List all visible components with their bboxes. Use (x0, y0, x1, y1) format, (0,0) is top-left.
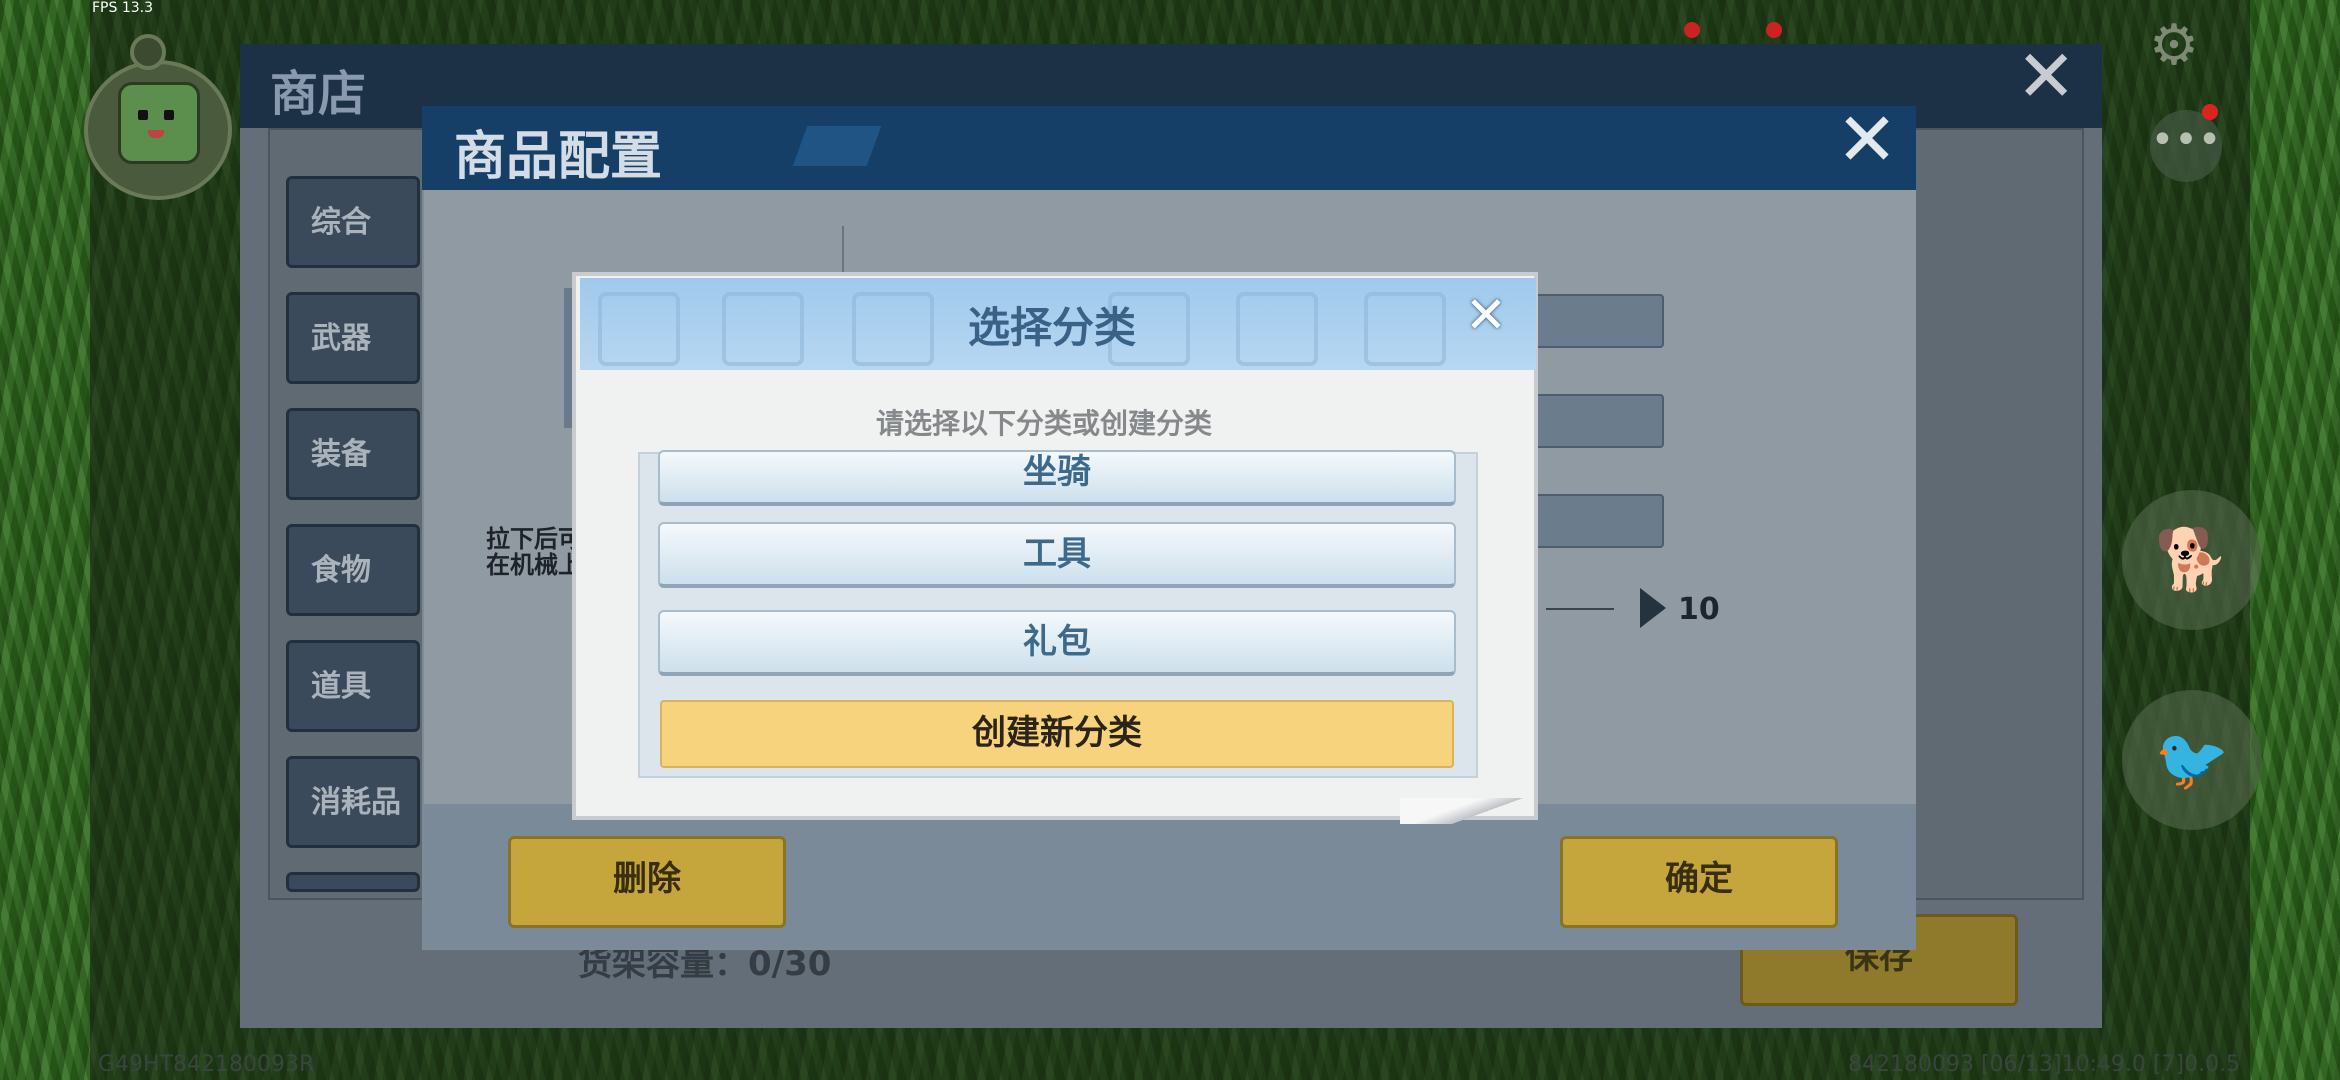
delete-button[interactable]: 删除 (508, 836, 786, 928)
category-item-gift-pack[interactable]: 礼包 (658, 610, 1456, 676)
pet-icon[interactable]: 🐕 (2122, 490, 2262, 630)
bird-icon[interactable]: 🐦 (2122, 690, 2262, 830)
category-tab-equipment[interactable]: 装备 (286, 408, 420, 500)
hint-line-2: 在机械上 (486, 551, 582, 579)
avatar-eye-left (138, 110, 148, 120)
header-pattern-icon (1236, 292, 1318, 366)
avatar-eye-right (164, 110, 174, 120)
gear-icon[interactable]: ⚙ (2142, 14, 2206, 78)
shop-close-icon[interactable]: ✕ (2016, 36, 2076, 116)
config-field-name[interactable] (1526, 294, 1664, 348)
select-category-close-icon[interactable]: ✕ (1460, 290, 1512, 342)
header-pattern-icon (722, 292, 804, 366)
select-category-subtitle: 请选择以下分类或创建分类 (876, 407, 1213, 440)
category-item-tools[interactable]: 工具 (658, 522, 1456, 588)
quantity-slider-track[interactable] (1546, 608, 1614, 610)
category-tab-partial[interactable] (286, 872, 420, 892)
header-pattern-icon (598, 292, 680, 366)
slider-arrow-icon[interactable] (1640, 588, 1666, 628)
config-hint: 拉下后可 在机械上 (486, 526, 582, 578)
category-tab-general[interactable]: 综合 (286, 176, 420, 268)
quantity-value: 10 (1678, 592, 1720, 627)
confirm-button[interactable]: 确定 (1560, 836, 1838, 928)
category-item-mount[interactable]: 坐骑 (658, 450, 1456, 506)
create-category-button[interactable]: 创建新分类 (660, 700, 1454, 768)
notification-dot (1766, 22, 1782, 38)
header-decoration (792, 126, 882, 166)
config-close-icon[interactable]: ✕ (1836, 100, 1898, 180)
notification-dot (1684, 22, 1700, 38)
device-id: G49HT842180093R (98, 1052, 315, 1077)
category-tab-items[interactable]: 道具 (286, 640, 420, 732)
hint-line-1: 拉下后可 (486, 525, 582, 553)
more-icon[interactable]: ••• (2150, 110, 2222, 182)
config-field-stock[interactable] (1526, 494, 1664, 548)
fps-counter: FPS 13.3 (92, 0, 154, 16)
header-pattern-icon (852, 292, 934, 366)
config-field-price[interactable] (1526, 394, 1664, 448)
more-notification-dot (2202, 104, 2218, 120)
avatar-face-icon (118, 82, 200, 164)
avatar-antenna-icon (130, 34, 166, 70)
category-tab-weapons[interactable]: 武器 (286, 292, 420, 384)
config-title: 商品配置 (454, 127, 663, 187)
category-tab-food[interactable]: 食物 (286, 524, 420, 616)
select-category-title: 选择分类 (968, 303, 1137, 352)
shop-title: 商店 (270, 66, 367, 122)
avatar-mouth (148, 130, 164, 138)
page-curl-decoration (1400, 798, 1534, 824)
status-line: 842180093 [06/13]10:49.0 [7]0.0.5 (1848, 1052, 2241, 1077)
header-pattern-icon (1364, 292, 1446, 366)
category-tab-consumables[interactable]: 消耗品 (286, 756, 420, 848)
